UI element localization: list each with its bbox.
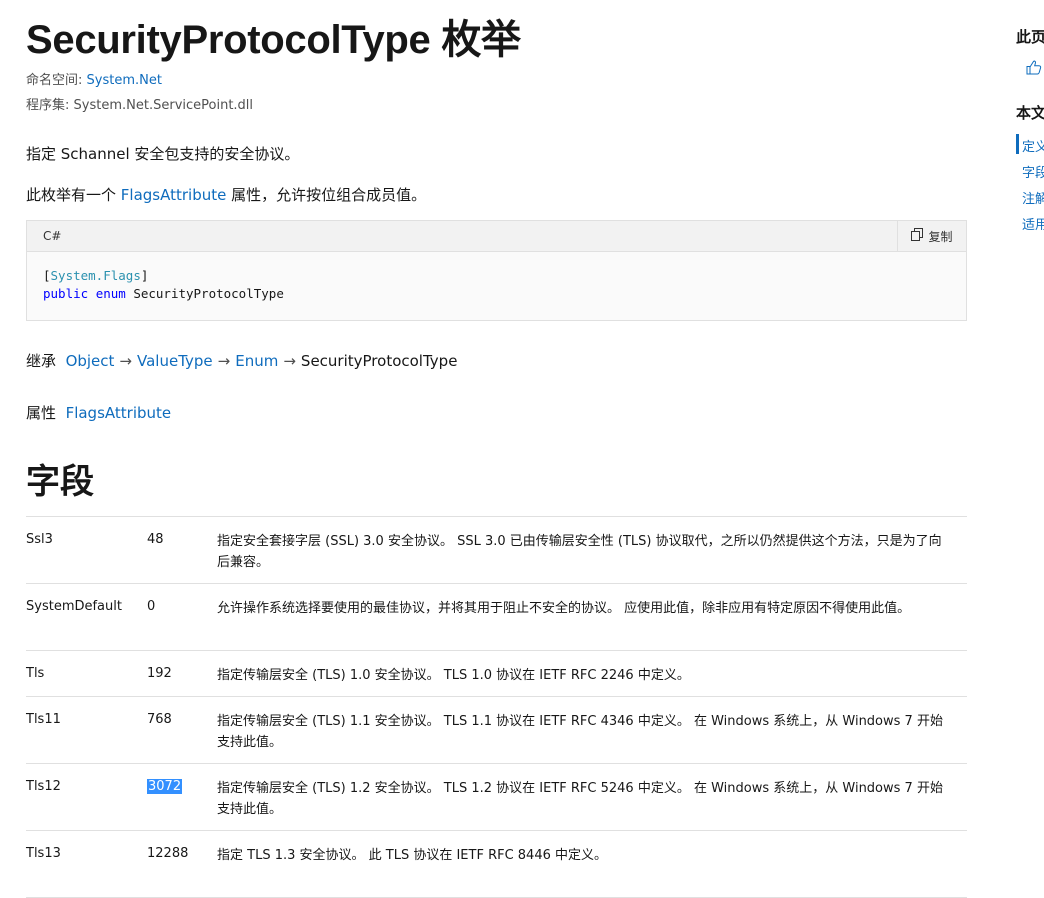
sidebar-heading-article: 本文 — [1016, 104, 1044, 122]
table-row: Ssl3 48 指定安全套接字层 (SSL) 3.0 安全协议。 SSL 3.0… — [26, 517, 967, 584]
field-value: 768 — [147, 712, 172, 727]
field-description: 允许操作系统选择要使用的最佳协议，并将其用于阻止不安全的协议。 应使用此值，除非… — [217, 601, 911, 616]
table-row: Tls 192 指定传输层安全 (TLS) 1.0 安全协议。 TLS 1.0 … — [26, 651, 967, 697]
inherit-current: SecurityProtocolType — [300, 352, 458, 370]
summary-text: 指定 Schannel 安全包支持的安全协议。 — [26, 145, 300, 163]
table-row: Tls13 12288 指定 TLS 1.3 安全协议。 此 TLS 协议在 I… — [26, 831, 967, 898]
code-block: C# 复制 [System.Flags] public enum Securit… — [26, 220, 967, 321]
code-content: [System.Flags] public enum SecurityProto… — [43, 268, 284, 301]
inherit-link-valuetype[interactable]: ValueType — [137, 352, 213, 370]
field-value: 48 — [147, 532, 164, 547]
field-value: 3072 — [147, 779, 183, 794]
code-language-label: C# — [43, 229, 62, 243]
fields-heading: 字段 — [26, 462, 94, 502]
sidebar-heading-page: 此页 — [1016, 28, 1044, 46]
field-value: 192 — [147, 666, 172, 681]
flags-remark: 此枚举有一个 FlagsAttribute 属性，允许按位组合成员值。 — [26, 186, 427, 204]
field-description: 指定传输层安全 (TLS) 1.2 安全协议。 TLS 1.2 协议在 IETF… — [217, 781, 943, 817]
attributes-label: 属性 — [26, 404, 57, 422]
table-row: SystemDefault 0 允许操作系统选择要使用的最佳协议，并将其用于阻止… — [26, 584, 967, 651]
assembly-value: System.Net.ServicePoint.dll — [73, 98, 254, 113]
copy-label: 复制 — [928, 229, 953, 244]
flags-attribute-link[interactable]: FlagsAttribute — [121, 186, 227, 204]
field-value: 0 — [147, 599, 156, 614]
field-name: Tls11 — [26, 712, 61, 727]
active-indicator — [1016, 134, 1019, 154]
namespace-line: 命名空间: System.Net — [26, 69, 162, 88]
namespace-link[interactable]: System.Net — [87, 73, 162, 88]
thumbs-up-icon[interactable] — [1026, 60, 1042, 79]
field-name: Ssl3 — [26, 532, 53, 547]
field-name: Tls12 — [26, 779, 61, 794]
fields-table: Ssl3 48 指定安全套接字层 (SSL) 3.0 安全协议。 SSL 3.0… — [26, 516, 967, 898]
toc-item-applies-to[interactable]: 适用 — [1022, 214, 1044, 233]
copy-icon — [911, 228, 924, 244]
inheritance-line: 继承 Object → ValueType → Enum → SecurityProtoco… — [26, 352, 458, 370]
field-description: 指定 TLS 1.3 安全协议。 此 TLS 协议在 IETF RFC 8446… — [217, 848, 608, 863]
assembly-label: 程序集: — [26, 98, 70, 113]
field-description: 指定传输层安全 (TLS) 1.1 安全协议。 TLS 1.1 协议在 IETF… — [217, 714, 943, 750]
code-header: C# 复制 — [27, 221, 966, 252]
table-row: Tls12 3072 指定传输层安全 (TLS) 1.2 安全协议。 TLS 1… — [26, 764, 967, 831]
field-description: 指定安全套接字层 (SSL) 3.0 安全协议。 SSL 3.0 已由传输层安全… — [217, 534, 942, 570]
field-name: Tls — [26, 666, 45, 681]
table-row: Tls11 768 指定传输层安全 (TLS) 1.1 安全协议。 TLS 1.… — [26, 697, 967, 764]
field-name: SystemDefault — [26, 599, 122, 614]
namespace-label: 命名空间: — [26, 73, 83, 88]
field-name: Tls13 — [26, 846, 61, 861]
toc-item-definition[interactable]: 定义 — [1022, 136, 1044, 155]
toc-item-fields[interactable]: 字段 — [1022, 162, 1044, 181]
assembly-line: 程序集: System.Net.ServicePoint.dll — [26, 94, 253, 113]
copy-button[interactable]: 复制 — [897, 221, 966, 251]
selected-text: 3072 — [147, 779, 183, 794]
toc-item-remarks[interactable]: 注解 — [1022, 188, 1044, 207]
inherit-link-enum[interactable]: Enum — [235, 352, 278, 370]
field-description: 指定传输层安全 (TLS) 1.0 安全协议。 TLS 1.0 协议在 IETF… — [217, 668, 690, 683]
inherit-link-object[interactable]: Object — [66, 352, 115, 370]
field-value: 12288 — [147, 846, 189, 861]
attributes-line: 属性 FlagsAttribute — [26, 402, 171, 423]
attributes-link[interactable]: FlagsAttribute — [66, 404, 172, 422]
inheritance-label: 继承 — [26, 352, 57, 370]
page-title: SecurityProtocolType 枚举 — [26, 17, 521, 63]
